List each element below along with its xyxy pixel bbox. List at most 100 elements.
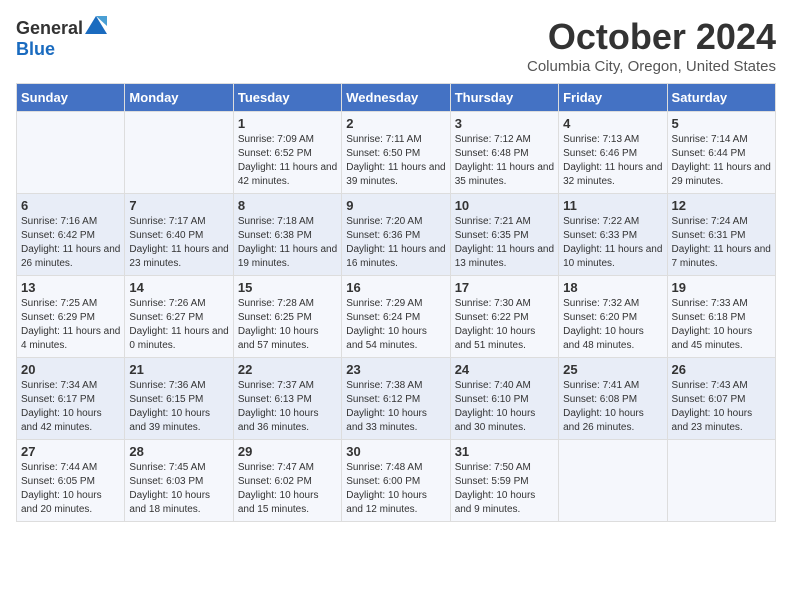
- cell-content: Sunrise: 7:16 AMSunset: 6:42 PMDaylight:…: [21, 216, 120, 269]
- weekday-header-wednesday: Wednesday: [342, 84, 450, 112]
- logo-general: General: [16, 18, 83, 38]
- cell-content: Sunrise: 7:13 AMSunset: 6:46 PMDaylight:…: [563, 134, 662, 187]
- weekday-header-thursday: Thursday: [450, 84, 558, 112]
- cell-content: Sunrise: 7:45 AMSunset: 6:03 PMDaylight:…: [129, 462, 210, 515]
- calendar-cell: [17, 112, 125, 194]
- cell-content: Sunrise: 7:24 AMSunset: 6:31 PMDaylight:…: [672, 216, 771, 269]
- day-number: 12: [672, 198, 771, 213]
- cell-content: Sunrise: 7:21 AMSunset: 6:35 PMDaylight:…: [455, 216, 554, 269]
- cell-content: Sunrise: 7:30 AMSunset: 6:22 PMDaylight:…: [455, 298, 536, 351]
- cell-content: Sunrise: 7:47 AMSunset: 6:02 PMDaylight:…: [238, 462, 319, 515]
- calendar-cell: 22Sunrise: 7:37 AMSunset: 6:13 PMDayligh…: [233, 358, 341, 440]
- calendar-cell: 21 Sunrise: 7:36 AMSunset: 6:15 PMDayligh…: [125, 358, 233, 440]
- calendar-cell: 31 Sunrise: 7:50 AMSunset: 5:59 PMDayligh…: [450, 440, 558, 522]
- cell-content: Sunrise: 7:37 AMSunset: 6:13 PMDaylight:…: [238, 380, 319, 433]
- cell-content: Sunrise: 7:20 AMSunset: 6:36 PMDaylight:…: [346, 216, 445, 269]
- calendar-cell: [125, 112, 233, 194]
- cell-content: Sunrise: 7:25 AMSunset: 6:29 PMDaylight:…: [21, 298, 120, 351]
- day-number: 17: [455, 280, 554, 295]
- cell-content: Sunrise: 7:18 AMSunset: 6:38 PMDaylight:…: [238, 216, 337, 269]
- day-number: 6: [21, 198, 120, 213]
- week-row-4: 20 Sunrise: 7:34 AMSunset: 6:17 PMDayligh…: [17, 358, 776, 440]
- calendar-cell: 5Sunrise: 7:14 AMSunset: 6:44 PMDaylight…: [667, 112, 775, 194]
- calendar-cell: 9Sunrise: 7:20 AMSunset: 6:36 PMDaylight…: [342, 194, 450, 276]
- day-number: 8: [238, 198, 337, 213]
- cell-content: Sunrise: 7:48 AMSunset: 6:00 PMDaylight:…: [346, 462, 427, 515]
- day-number: 30: [346, 444, 445, 459]
- day-number: 14: [129, 280, 228, 295]
- calendar-cell: 24 Sunrise: 7:40 AMSunset: 6:10 PMDayligh…: [450, 358, 558, 440]
- weekday-header-tuesday: Tuesday: [233, 84, 341, 112]
- cell-content: Sunrise: 7:28 AMSunset: 6:25 PMDaylight:…: [238, 298, 319, 351]
- day-number: 24: [455, 362, 554, 377]
- day-number: 1: [238, 116, 337, 131]
- day-number: 18: [563, 280, 662, 295]
- cell-content: Sunrise: 7:32 AMSunset: 6:20 PMDaylight:…: [563, 298, 644, 351]
- cell-content: Sunrise: 7:43 AMSunset: 6:07 PMDaylight:…: [672, 380, 753, 433]
- cell-content: Sunrise: 7:40 AMSunset: 6:10 PMDaylight:…: [455, 380, 536, 433]
- calendar-cell: 8 Sunrise: 7:18 AMSunset: 6:38 PMDaylight…: [233, 194, 341, 276]
- week-row-5: 27Sunrise: 7:44 AMSunset: 6:05 PMDayligh…: [17, 440, 776, 522]
- cell-content: Sunrise: 7:22 AMSunset: 6:33 PMDaylight:…: [563, 216, 662, 269]
- day-number: 26: [672, 362, 771, 377]
- calendar-cell: 19Sunrise: 7:33 AMSunset: 6:18 PMDayligh…: [667, 276, 775, 358]
- calendar-cell: 7Sunrise: 7:17 AMSunset: 6:40 PMDaylight…: [125, 194, 233, 276]
- day-number: 31: [455, 444, 554, 459]
- calendar-cell: 23 Sunrise: 7:38 AMSunset: 6:12 PMDayligh…: [342, 358, 450, 440]
- day-number: 4: [563, 116, 662, 131]
- week-row-2: 6 Sunrise: 7:16 AMSunset: 6:42 PMDaylight…: [17, 194, 776, 276]
- day-number: 20: [21, 362, 120, 377]
- cell-content: Sunrise: 7:14 AMSunset: 6:44 PMDaylight:…: [672, 134, 771, 187]
- calendar-body: 1 Sunrise: 7:09 AMSunset: 6:52 PMDaylight…: [17, 112, 776, 522]
- calendar-cell: 30 Sunrise: 7:48 AMSunset: 6:00 PMDayligh…: [342, 440, 450, 522]
- header: General Blue October 2024 Columbia City,…: [16, 16, 776, 75]
- logo-icon: [85, 16, 107, 34]
- month-title: October 2024: [527, 16, 776, 58]
- calendar-cell: 13Sunrise: 7:25 AMSunset: 6:29 PMDayligh…: [17, 276, 125, 358]
- calendar-cell: 26 Sunrise: 7:43 AMSunset: 6:07 PMDayligh…: [667, 358, 775, 440]
- day-number: 10: [455, 198, 554, 213]
- calendar-cell: 16Sunrise: 7:29 AMSunset: 6:24 PMDayligh…: [342, 276, 450, 358]
- weekday-header-saturday: Saturday: [667, 84, 775, 112]
- calendar-cell: 11 Sunrise: 7:22 AMSunset: 6:33 PMDayligh…: [559, 194, 667, 276]
- calendar-cell: 2Sunrise: 7:11 AMSunset: 6:50 PMDaylight…: [342, 112, 450, 194]
- cell-content: Sunrise: 7:50 AMSunset: 5:59 PMDaylight:…: [455, 462, 536, 515]
- day-number: 16: [346, 280, 445, 295]
- weekday-header-sunday: Sunday: [17, 84, 125, 112]
- calendar-cell: 29 Sunrise: 7:47 AMSunset: 6:02 PMDayligh…: [233, 440, 341, 522]
- logo-blue: Blue: [16, 39, 55, 59]
- day-number: 7: [129, 198, 228, 213]
- day-number: 29: [238, 444, 337, 459]
- weekday-header-row: SundayMondayTuesdayWednesdayThursdayFrid…: [17, 84, 776, 112]
- calendar-cell: 20 Sunrise: 7:34 AMSunset: 6:17 PMDayligh…: [17, 358, 125, 440]
- calendar-cell: 27Sunrise: 7:44 AMSunset: 6:05 PMDayligh…: [17, 440, 125, 522]
- week-row-1: 1 Sunrise: 7:09 AMSunset: 6:52 PMDaylight…: [17, 112, 776, 194]
- calendar-cell: 10 Sunrise: 7:21 AMSunset: 6:35 PMDayligh…: [450, 194, 558, 276]
- cell-content: Sunrise: 7:36 AMSunset: 6:15 PMDaylight:…: [129, 380, 210, 433]
- day-number: 11: [563, 198, 662, 213]
- calendar-cell: 25 Sunrise: 7:41 AMSunset: 6:08 PMDayligh…: [559, 358, 667, 440]
- calendar-cell: 15Sunrise: 7:28 AMSunset: 6:25 PMDayligh…: [233, 276, 341, 358]
- weekday-header-monday: Monday: [125, 84, 233, 112]
- calendar-cell: 3Sunrise: 7:12 AMSunset: 6:48 PMDaylight…: [450, 112, 558, 194]
- cell-content: Sunrise: 7:41 AMSunset: 6:08 PMDaylight:…: [563, 380, 644, 433]
- cell-content: Sunrise: 7:38 AMSunset: 6:12 PMDaylight:…: [346, 380, 427, 433]
- logo: General Blue: [16, 16, 107, 60]
- day-number: 27: [21, 444, 120, 459]
- calendar-table: SundayMondayTuesdayWednesdayThursdayFrid…: [16, 83, 776, 522]
- calendar-cell: 14 Sunrise: 7:26 AMSunset: 6:27 PMDayligh…: [125, 276, 233, 358]
- weekday-header-friday: Friday: [559, 84, 667, 112]
- day-number: 25: [563, 362, 662, 377]
- cell-content: Sunrise: 7:34 AMSunset: 6:17 PMDaylight:…: [21, 380, 102, 433]
- day-number: 2: [346, 116, 445, 131]
- cell-content: Sunrise: 7:26 AMSunset: 6:27 PMDaylight:…: [129, 298, 228, 351]
- day-number: 28: [129, 444, 228, 459]
- calendar-cell: 1 Sunrise: 7:09 AMSunset: 6:52 PMDaylight…: [233, 112, 341, 194]
- calendar-cell: 6 Sunrise: 7:16 AMSunset: 6:42 PMDaylight…: [17, 194, 125, 276]
- calendar-cell: 17 Sunrise: 7:30 AMSunset: 6:22 PMDayligh…: [450, 276, 558, 358]
- cell-content: Sunrise: 7:09 AMSunset: 6:52 PMDaylight:…: [238, 134, 337, 187]
- calendar-cell: 28 Sunrise: 7:45 AMSunset: 6:03 PMDayligh…: [125, 440, 233, 522]
- day-number: 23: [346, 362, 445, 377]
- day-number: 21: [129, 362, 228, 377]
- location-subtitle: Columbia City, Oregon, United States: [527, 58, 776, 75]
